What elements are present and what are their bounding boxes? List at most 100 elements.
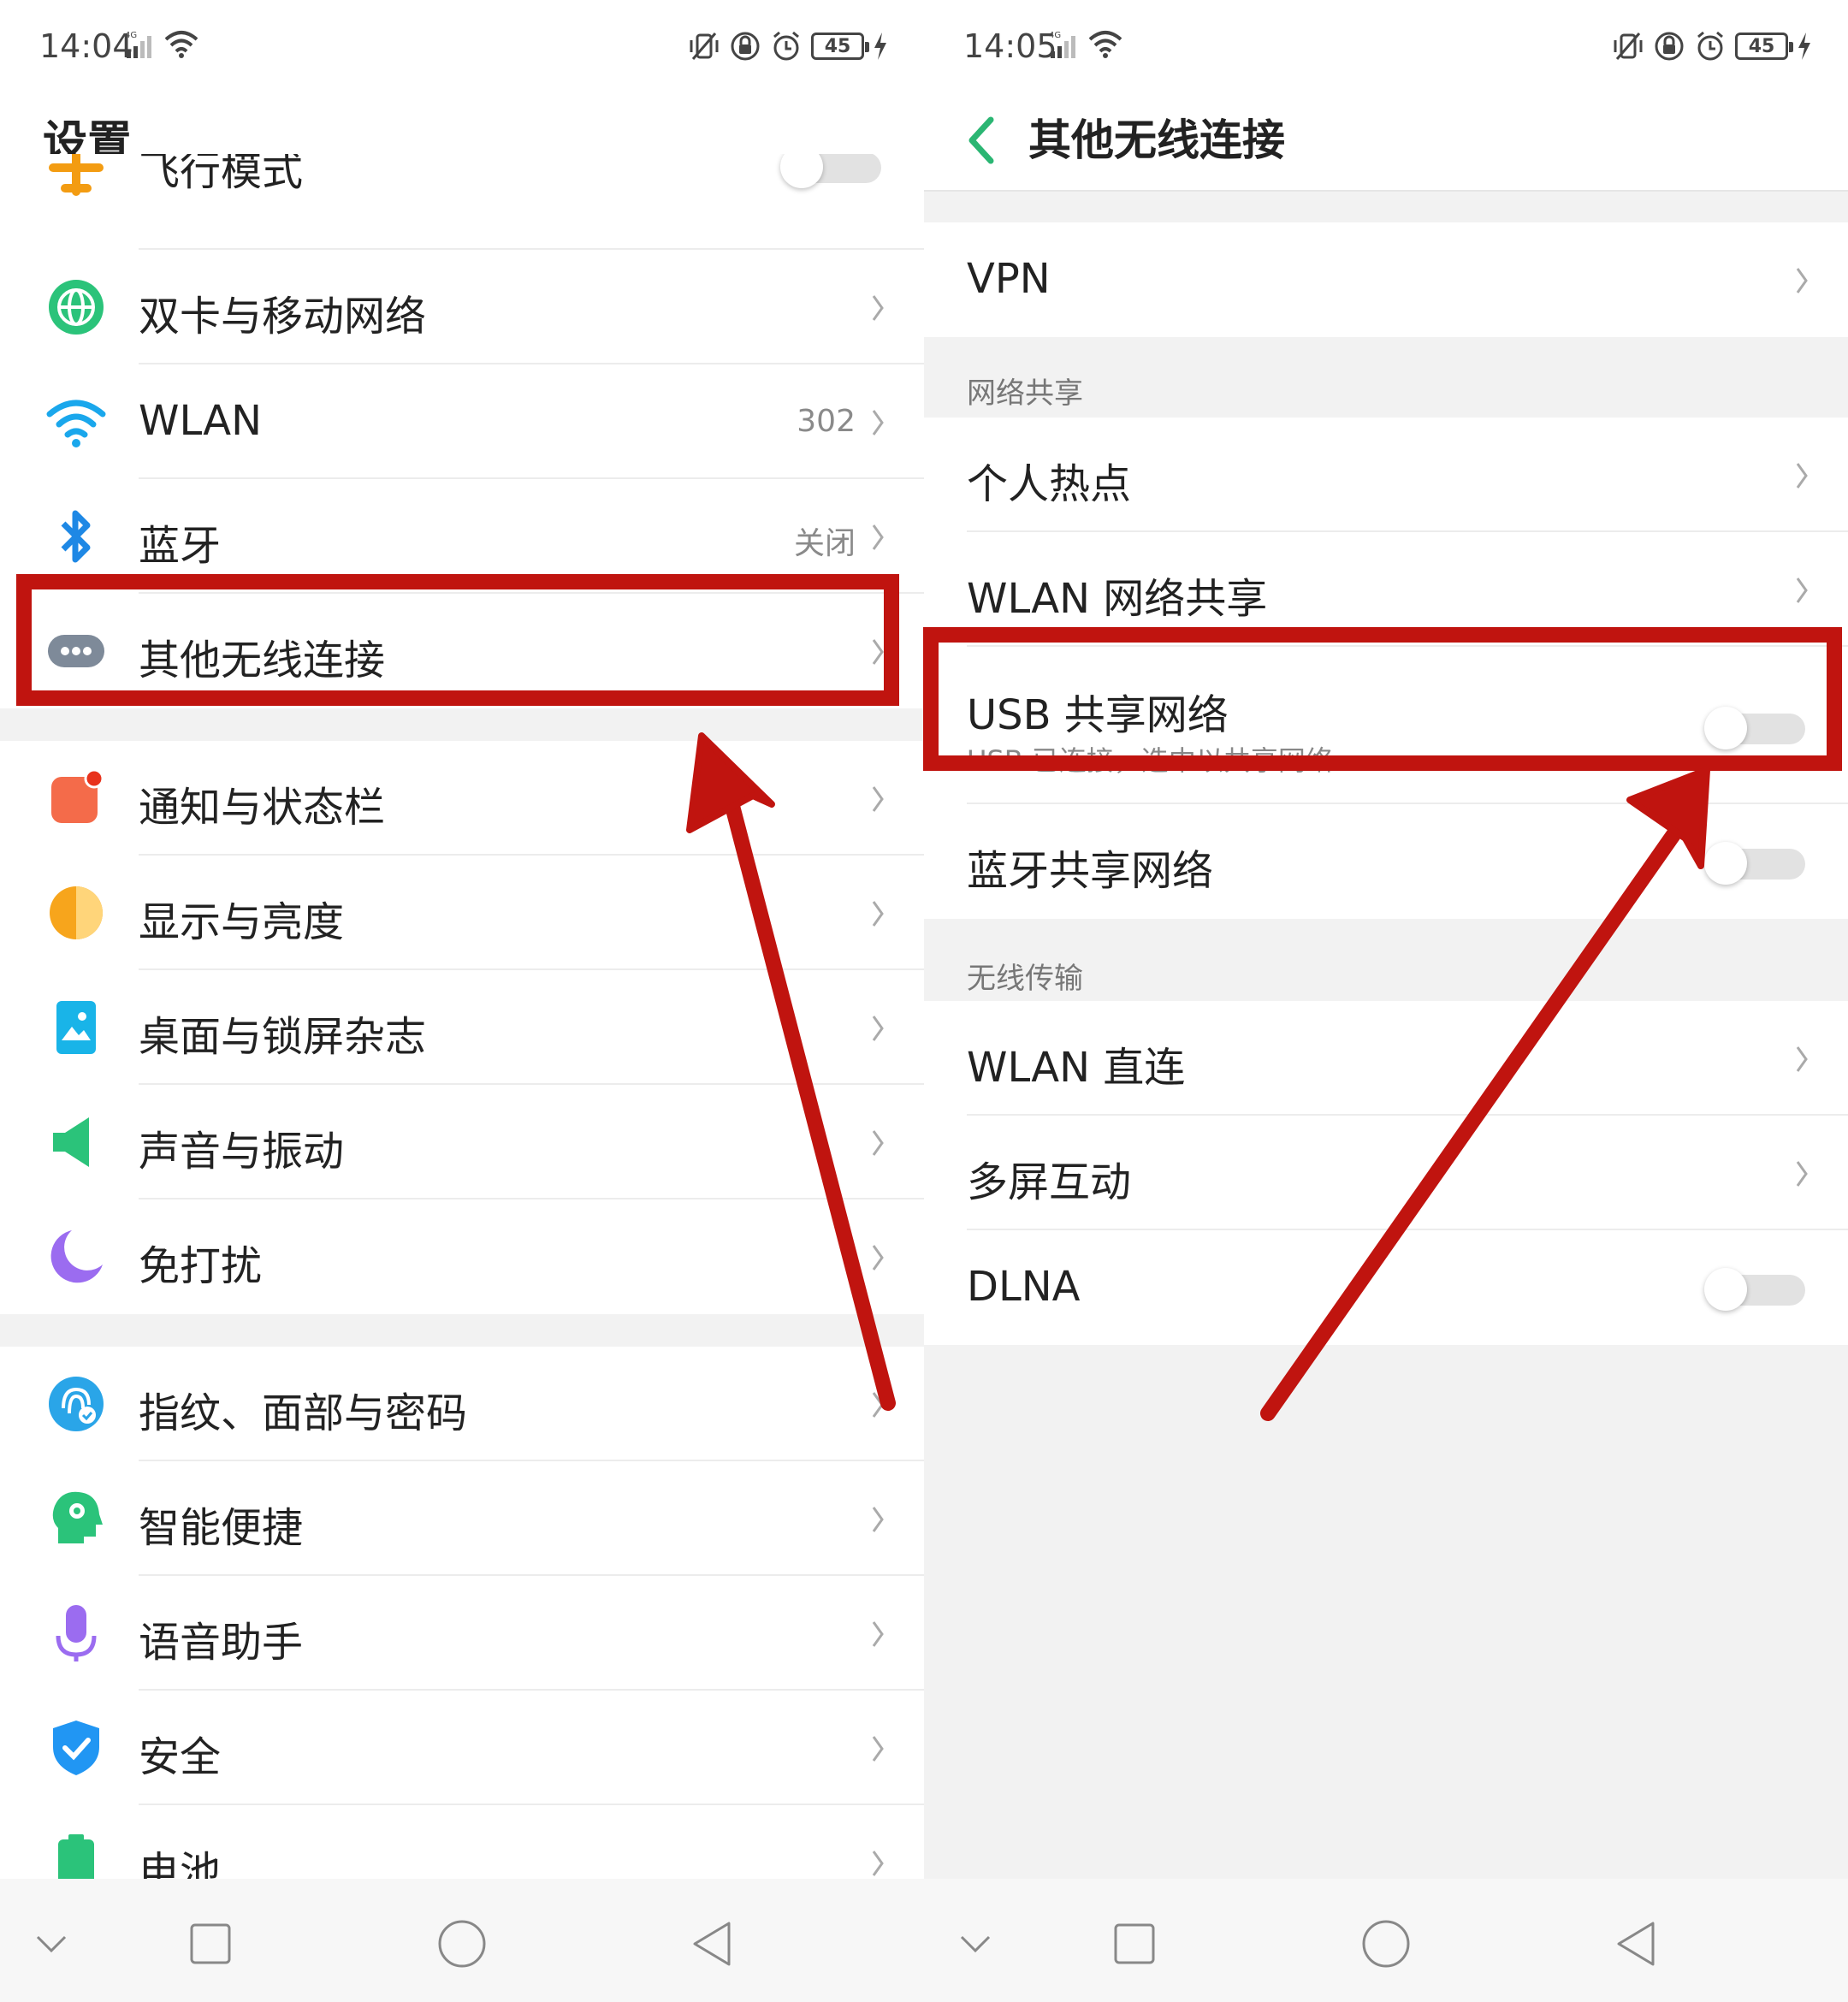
hotspot-label: 个人热点 bbox=[967, 460, 1132, 508]
globe-icon bbox=[49, 280, 104, 335]
other-wireless-screen: 14:05 4G 45 其他无线连接 VPN 网络共享 个人热点 WLAN 网络… bbox=[924, 0, 1848, 2002]
alarm-icon bbox=[1697, 31, 1723, 61]
sidebar-item-display[interactable]: 显示与亮度 bbox=[0, 856, 924, 970]
fingerprint-icon bbox=[49, 1377, 104, 1431]
sidebar-item-other-wireless[interactable]: 其他无线连接 bbox=[0, 594, 924, 708]
hide-navbar-chevron-down-icon[interactable] bbox=[26, 1918, 77, 1969]
item-label: 声音与振动 bbox=[139, 1128, 345, 1176]
airplane-mode-toggle[interactable] bbox=[780, 154, 883, 188]
sidebar-item-bluetooth[interactable]: 蓝牙 关闭 bbox=[0, 479, 924, 594]
section-divider bbox=[0, 708, 924, 741]
chevron-right-icon bbox=[872, 1392, 884, 1418]
recent-apps-square-icon[interactable] bbox=[1109, 1918, 1160, 1969]
chevron-right-icon bbox=[872, 639, 884, 665]
moon-icon bbox=[50, 1230, 103, 1283]
wlan-sharing-row[interactable]: WLAN 网络共享 bbox=[924, 532, 1848, 647]
sidebar-item-notifications[interactable]: 通知与状态栏 bbox=[0, 741, 924, 856]
home-circle-icon[interactable] bbox=[436, 1918, 488, 1969]
wallpaper-icon bbox=[56, 1001, 96, 1054]
network-type-label: 4G bbox=[1049, 31, 1061, 40]
chevron-right-icon bbox=[872, 1130, 884, 1156]
dlna-label: DLNA bbox=[967, 1263, 1081, 1311]
hotspot-row[interactable]: 个人热点 bbox=[924, 418, 1848, 532]
sidebar-item-smart[interactable]: 智能便捷 bbox=[0, 1461, 924, 1576]
sidebar-item-battery[interactable]: 电池 bbox=[0, 1805, 924, 1879]
dlna-toggle[interactable] bbox=[1704, 1268, 1807, 1311]
bluetooth-sharing-toggle[interactable] bbox=[1704, 842, 1807, 885]
wlan-direct-row[interactable]: WLAN 直连 bbox=[924, 1001, 1848, 1116]
sidebar-item-security[interactable]: 安全 bbox=[0, 1691, 924, 1805]
back-triangle-icon[interactable] bbox=[688, 1918, 739, 1969]
brightness-icon bbox=[50, 886, 103, 939]
wifi-status-icon bbox=[164, 31, 198, 58]
more-dots-icon bbox=[48, 635, 104, 667]
vpn-label: VPN bbox=[967, 255, 1051, 303]
sidebar-item-dnd[interactable]: 免打扰 bbox=[0, 1199, 924, 1314]
vibrate-mute-icon bbox=[690, 33, 719, 60]
sidebar-item-wallpaper[interactable]: 桌面与锁屏杂志 bbox=[0, 970, 924, 1085]
chevron-right-icon bbox=[1796, 578, 1808, 603]
dlna-row[interactable]: DLNA bbox=[924, 1230, 1848, 1345]
smart-head-icon bbox=[52, 1491, 103, 1543]
chevron-right-icon bbox=[1796, 1046, 1808, 1072]
status-right-group: 45 bbox=[1612, 29, 1812, 63]
sidebar-item-fingerprint[interactable]: 指纹、面部与密码 bbox=[0, 1347, 924, 1461]
page-title: 其他无线连接 bbox=[1028, 116, 1285, 165]
chevron-right-icon bbox=[872, 1245, 884, 1270]
usb-sharing-toggle[interactable] bbox=[1704, 707, 1807, 749]
usb-sharing-sublabel: USB 已连接，选中以共享网络 bbox=[967, 744, 1333, 777]
back-chevron-icon[interactable] bbox=[958, 108, 1010, 173]
vibrate-mute-icon bbox=[1614, 33, 1643, 60]
charging-icon bbox=[874, 33, 886, 60]
chevron-right-icon bbox=[1796, 1161, 1808, 1187]
recent-apps-square-icon[interactable] bbox=[185, 1918, 236, 1969]
status-bar: 14:05 4G 45 bbox=[924, 0, 1848, 96]
chevron-right-icon bbox=[872, 410, 884, 435]
item-label: 蓝牙 bbox=[139, 522, 222, 570]
status-bar: 14:04 4G 45 bbox=[0, 0, 924, 96]
item-label: 通知与状态栏 bbox=[139, 784, 386, 832]
chevron-right-icon bbox=[1796, 463, 1808, 489]
wlan-network-value: 302 bbox=[797, 404, 856, 439]
multiscreen-row[interactable]: 多屏互动 bbox=[924, 1116, 1848, 1230]
vpn-row[interactable]: VPN bbox=[924, 222, 1848, 337]
hide-navbar-chevron-down-icon[interactable] bbox=[950, 1918, 1001, 1969]
bluetooth-status-value: 关闭 bbox=[793, 526, 856, 561]
item-label: 免打扰 bbox=[139, 1242, 263, 1290]
sidebar-item-dual-sim[interactable]: 双卡与移动网络 bbox=[0, 250, 924, 364]
airplane-mode-row[interactable]: 飞行模式 bbox=[0, 154, 924, 250]
usb-sharing-row[interactable]: USB 共享网络 USB 已连接，选中以共享网络 bbox=[924, 647, 1848, 804]
item-label: 智能便捷 bbox=[139, 1504, 304, 1552]
item-label: WLAN bbox=[139, 397, 263, 445]
airplane-mode-label: 飞行模式 bbox=[139, 154, 304, 195]
lock-rotation-icon bbox=[1655, 32, 1684, 61]
microphone-icon bbox=[56, 1605, 97, 1661]
settings-screen: 14:04 4G 45 设置 飞行模式 双卡与移动网络 WLAN 302 蓝牙 … bbox=[0, 0, 924, 2002]
lock-rotation-icon bbox=[731, 32, 760, 61]
bluetooth-icon bbox=[61, 510, 91, 563]
battery-level: 45 bbox=[824, 35, 851, 57]
sidebar-item-sound[interactable]: 声音与振动 bbox=[0, 1085, 924, 1199]
battery-indicator: 45 bbox=[811, 33, 869, 60]
page-header: 其他无线连接 bbox=[924, 96, 1848, 192]
shield-icon bbox=[53, 1721, 99, 1775]
section-header-sharing: 网络共享 bbox=[967, 376, 1083, 411]
home-circle-icon[interactable] bbox=[1360, 1918, 1412, 1969]
chevron-right-icon bbox=[872, 1851, 884, 1876]
navigation-bar bbox=[924, 1879, 1848, 2002]
item-label: 显示与亮度 bbox=[139, 898, 345, 946]
chevron-right-icon bbox=[872, 1016, 884, 1041]
wlan-sharing-label: WLAN 网络共享 bbox=[967, 575, 1268, 623]
item-label: 桌面与锁屏杂志 bbox=[139, 1013, 427, 1061]
item-label: 语音助手 bbox=[139, 1619, 304, 1667]
charging-icon bbox=[1798, 33, 1810, 60]
bluetooth-sharing-row[interactable]: 蓝牙共享网络 bbox=[924, 804, 1848, 919]
back-triangle-icon[interactable] bbox=[1612, 1918, 1663, 1969]
cellular-signal-icon: 4G bbox=[1049, 31, 1075, 58]
sidebar-item-wlan[interactable]: WLAN 302 bbox=[0, 364, 924, 479]
chevron-right-icon bbox=[1796, 268, 1808, 293]
chevron-right-icon bbox=[872, 786, 884, 812]
battery-level: 45 bbox=[1748, 35, 1775, 57]
sidebar-item-voice-assistant[interactable]: 语音助手 bbox=[0, 1576, 924, 1691]
airplane-icon bbox=[49, 154, 104, 196]
